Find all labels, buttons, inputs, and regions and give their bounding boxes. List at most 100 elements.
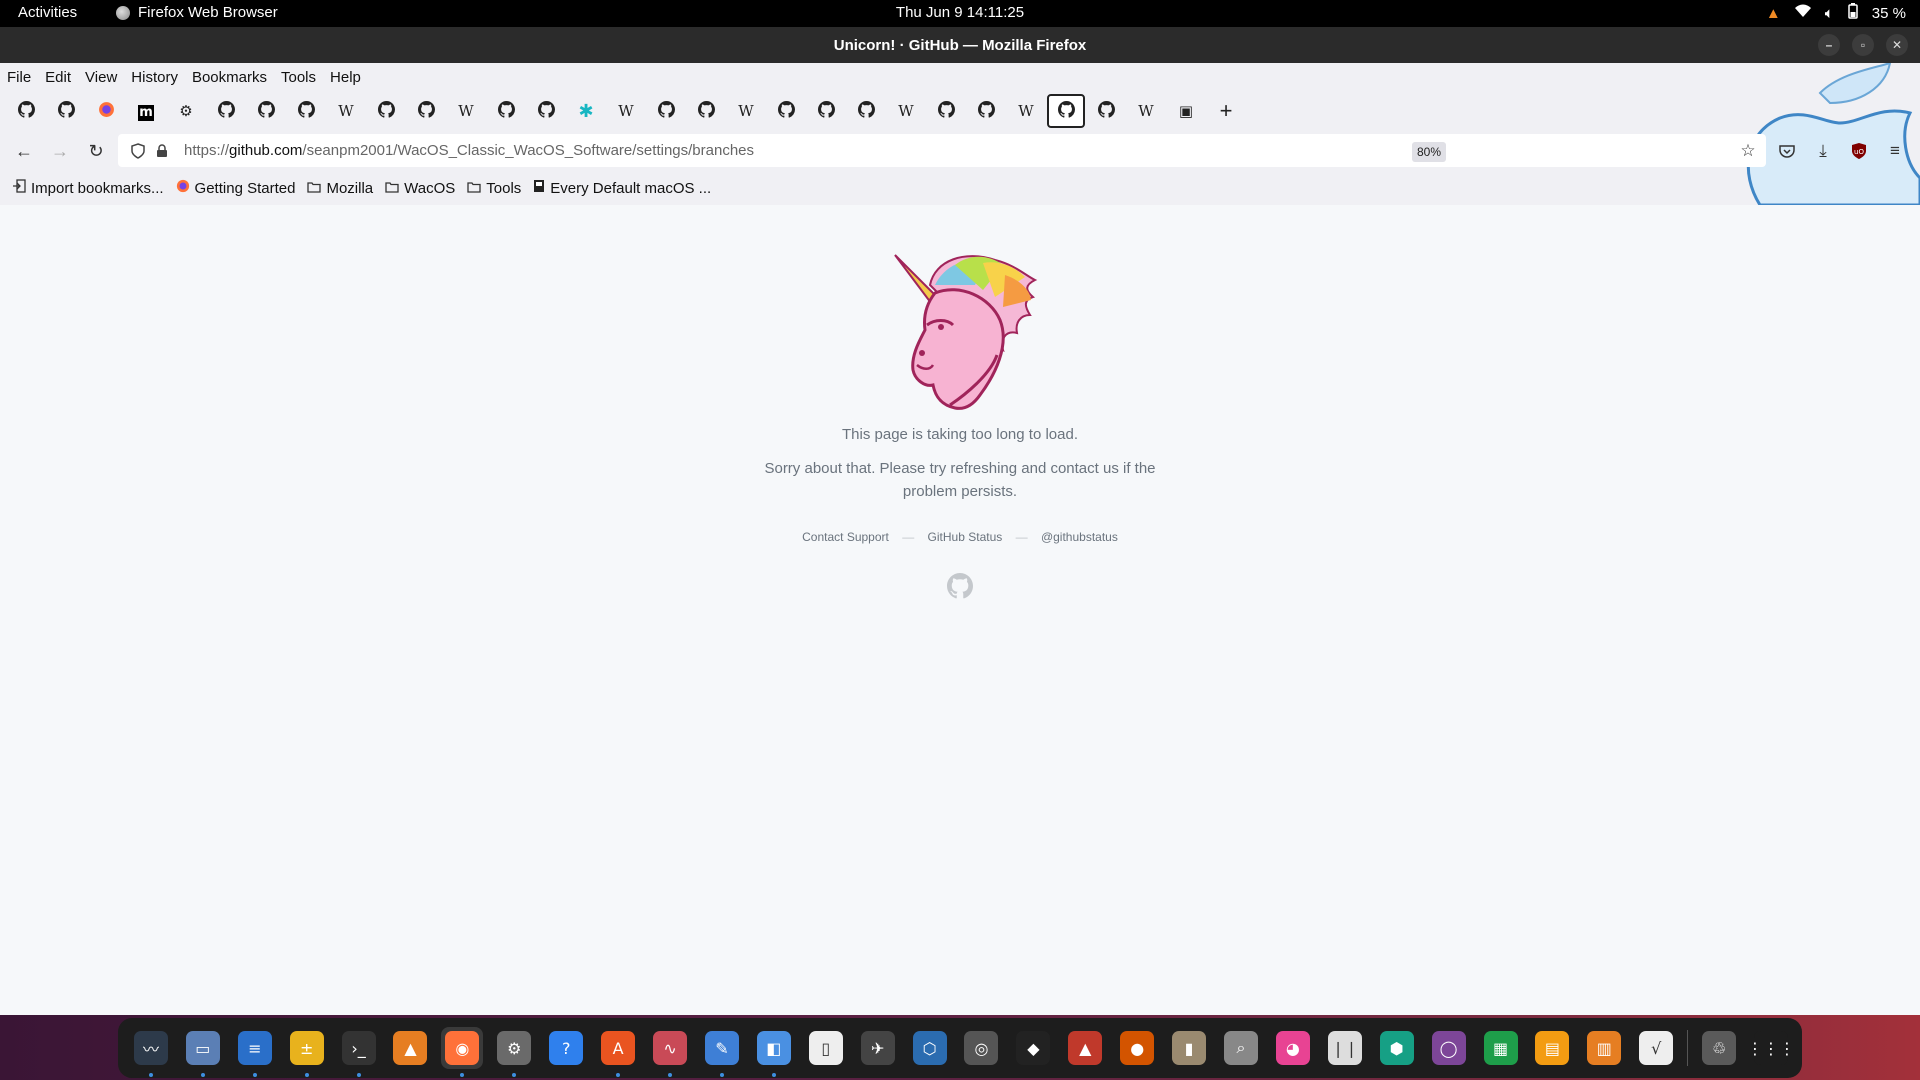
dock-books[interactable]: ❘❘ — [1324, 1027, 1366, 1069]
dock-archive[interactable]: ▮ — [1168, 1027, 1210, 1069]
reload-button[interactable]: ↻ — [78, 135, 114, 167]
browser-tab[interactable]: W — [1006, 94, 1046, 128]
browser-tab[interactable] — [766, 94, 806, 128]
dock-files[interactable]: ▭ — [182, 1027, 224, 1077]
bookmark-item[interactable]: Mozilla — [307, 180, 373, 197]
dock-software[interactable]: A — [597, 1027, 639, 1077]
browser-tab[interactable] — [926, 94, 966, 128]
dock-grinder[interactable]: ✈ — [857, 1027, 899, 1069]
dock-color-picker[interactable]: ◕ — [1272, 1027, 1314, 1069]
dock-system-monitor[interactable]: 〰 — [130, 1027, 172, 1077]
browser-tab[interactable]: W — [886, 94, 926, 128]
dock-virtualbox[interactable]: ⬡ — [909, 1027, 951, 1069]
url-bar[interactable]: https://github.com/seanpm2001/WacOS_Clas… — [118, 134, 1766, 167]
browser-tab[interactable] — [966, 94, 1006, 128]
browser-tab[interactable] — [646, 94, 686, 128]
browser-tab[interactable] — [246, 94, 286, 128]
menu-file[interactable]: File — [7, 69, 31, 86]
bookmark-item[interactable]: Import bookmarks... — [12, 179, 164, 197]
browser-tab[interactable]: ▣ — [1166, 94, 1206, 128]
contact-support-link[interactable]: Contact Support — [802, 530, 889, 544]
maximize-button[interactable]: ▫ — [1852, 34, 1874, 56]
githubstatus-twitter-link[interactable]: @githubstatus — [1041, 530, 1118, 544]
menu-history[interactable]: History — [131, 69, 178, 86]
lock-icon[interactable] — [150, 143, 174, 158]
vlc-tray-icon[interactable]: ▲ — [1766, 5, 1781, 22]
dock-impress[interactable]: ▤ — [1531, 1027, 1573, 1069]
browser-tab[interactable] — [686, 94, 726, 128]
menu-view[interactable]: View — [85, 69, 117, 86]
dock-firefox[interactable]: ◉ — [441, 1027, 484, 1077]
browser-tab[interactable]: W — [726, 94, 766, 128]
dock-writer[interactable]: ≡ — [234, 1027, 276, 1077]
dock-inkscape[interactable]: ◆ — [1012, 1027, 1054, 1069]
bookmark-item[interactable]: Getting Started — [176, 179, 295, 197]
dock-app-grid[interactable]: ⋮⋮⋮ — [1747, 1027, 1795, 1069]
pocket-icon[interactable] — [1770, 135, 1804, 167]
close-button[interactable]: ✕ — [1886, 34, 1908, 56]
dock-speaker[interactable]: ◎ — [961, 1027, 1003, 1069]
bookmark-star-icon[interactable]: ☆ — [1731, 135, 1765, 167]
downloads-icon[interactable]: ⤓ — [1806, 135, 1840, 167]
browser-tab[interactable] — [46, 94, 86, 128]
bookmark-item[interactable]: Tools — [467, 180, 521, 197]
dock-tor[interactable]: ◯ — [1428, 1027, 1470, 1069]
app-menu-hamburger-icon[interactable]: ≡ — [1878, 135, 1912, 167]
menu-edit[interactable]: Edit — [45, 69, 71, 86]
browser-tab[interactable] — [486, 94, 526, 128]
dock-help[interactable]: ? — [545, 1027, 587, 1069]
browser-tab[interactable]: W — [606, 94, 646, 128]
menu-bookmarks[interactable]: Bookmarks — [192, 69, 267, 86]
minimize-button[interactable]: – — [1818, 34, 1840, 56]
dock-vlc[interactable]: ▲ — [390, 1027, 432, 1069]
menu-tools[interactable]: Tools — [281, 69, 316, 86]
browser-tab[interactable] — [86, 94, 126, 128]
browser-tab[interactable] — [206, 94, 246, 128]
dock-terminal[interactable]: ›_ — [338, 1027, 380, 1077]
window-titlebar[interactable]: Unicorn! · GitHub — Mozilla Firefox – ▫ … — [0, 27, 1920, 63]
browser-tab[interactable] — [6, 94, 46, 128]
dock-settings[interactable]: ⚙ — [493, 1027, 535, 1077]
browser-tab[interactable] — [1086, 94, 1126, 128]
dock-presentation[interactable]: ▥ — [1583, 1027, 1625, 1069]
dock-mario[interactable]: ● — [1116, 1027, 1158, 1069]
dock-racer[interactable]: ▲ — [1064, 1027, 1106, 1069]
browser-tab[interactable]: ⚙ — [166, 94, 206, 128]
dock-viewer[interactable]: ⌕ — [1220, 1027, 1262, 1069]
forward-button[interactable]: → — [42, 135, 78, 167]
dock-control-center[interactable]: ◧ — [753, 1027, 795, 1077]
bookmark-item[interactable]: Every Default macOS ... — [533, 179, 711, 197]
browser-tab[interactable]: W — [446, 94, 486, 128]
browser-tab[interactable] — [806, 94, 846, 128]
browser-tab[interactable]: W — [326, 94, 366, 128]
browser-tab[interactable] — [286, 94, 326, 128]
dock-monitor[interactable]: ∿ — [649, 1027, 691, 1077]
browser-tab[interactable] — [366, 94, 406, 128]
browser-tab[interactable] — [406, 94, 446, 128]
dock-document[interactable]: ▯ — [805, 1027, 847, 1069]
dock-calculator[interactable]: ± — [286, 1027, 328, 1077]
dock-3d-box[interactable]: ⬢ — [1376, 1027, 1418, 1069]
system-tray[interactable]: ▲ 🔈︎ 35 % — [1766, 3, 1906, 23]
browser-tab[interactable] — [1047, 94, 1085, 128]
url-text[interactable]: https://github.com/seanpm2001/WacOS_Clas… — [184, 142, 754, 159]
browser-tab[interactable]: m — [126, 94, 166, 128]
dock-calc-sheet[interactable]: ▦ — [1480, 1027, 1522, 1069]
new-tab-button[interactable]: + — [1206, 94, 1246, 128]
zoom-level-badge[interactable]: 80% — [1411, 142, 1446, 162]
browser-tab[interactable] — [526, 94, 566, 128]
browser-tab[interactable] — [846, 94, 886, 128]
clock[interactable]: Thu Jun 9 14:11:25 — [0, 4, 1920, 21]
dock-text-editor[interactable]: ✎ — [701, 1027, 743, 1077]
browser-tab[interactable]: W — [1126, 94, 1166, 128]
browser-tab[interactable]: ✱ — [566, 94, 606, 128]
github-status-link[interactable]: GitHub Status — [928, 530, 1003, 544]
github-mark-icon[interactable] — [947, 573, 973, 599]
back-button[interactable]: ← — [6, 135, 42, 167]
ublock-icon[interactable]: uO — [1842, 135, 1876, 167]
tracking-shield-icon[interactable] — [126, 142, 150, 159]
bookmark-item[interactable]: WacOS — [385, 180, 455, 197]
dock-math[interactable]: √ — [1635, 1027, 1677, 1069]
dock-trash[interactable]: ♲ — [1698, 1027, 1740, 1069]
menu-help[interactable]: Help — [330, 69, 361, 86]
